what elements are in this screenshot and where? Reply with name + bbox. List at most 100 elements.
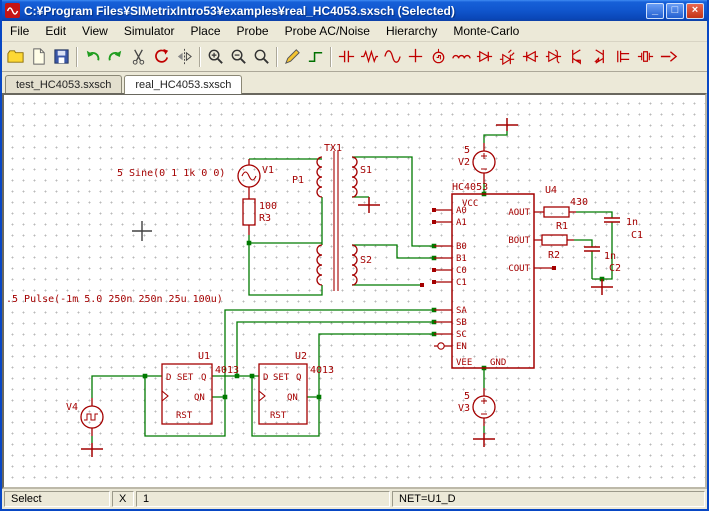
c2-label[interactable]: C2 (609, 263, 621, 274)
wire-mode-button[interactable] (304, 45, 327, 68)
r1-value[interactable]: 430 (570, 197, 588, 208)
save-button[interactable] (50, 45, 73, 68)
component-v4-source[interactable]: V4 (66, 398, 104, 436)
place-ground-button[interactable] (404, 45, 427, 68)
cut-button[interactable] (127, 45, 150, 68)
menu-probe[interactable]: Probe (229, 22, 277, 40)
undo-button[interactable] (81, 45, 104, 68)
restore-button[interactable]: □ (666, 2, 684, 19)
u1-ref-label[interactable]: U1 (198, 351, 210, 362)
menu-place[interactable]: Place (183, 22, 229, 40)
pin-gnd: GND (490, 358, 506, 368)
component-u1-4013[interactable]: U1 4013 D SET Q QN RST (161, 351, 239, 425)
r3-label[interactable]: R3 (259, 213, 271, 224)
place-capacitor-button[interactable] (335, 45, 358, 68)
place-zener-button[interactable] (542, 45, 565, 68)
new-button[interactable] (27, 45, 50, 68)
u1-pin-rst: RST (176, 411, 193, 421)
place-sine-source-button[interactable] (381, 45, 404, 68)
place-npn-button[interactable] (565, 45, 588, 68)
u4-ref-label[interactable]: U4 (545, 185, 557, 196)
c1-label[interactable]: C1 (631, 230, 643, 241)
zoom-out-button[interactable] (227, 45, 250, 68)
place-crystal-button[interactable] (634, 45, 657, 68)
component-tx1-transformer[interactable]: TX1 P1 S1 S2 (292, 143, 372, 291)
wire-icon (308, 51, 323, 63)
r3-value[interactable]: 100 (259, 201, 277, 212)
place-led-button[interactable] (496, 45, 519, 68)
component-c1-capacitor[interactable]: 1n C1 (604, 217, 643, 241)
component-r2-resistor[interactable]: R2 (541, 234, 574, 261)
schematic-canvas[interactable]: V1 5 Sine(0 1 1k 0 0) 100 R3 TX1 P1 S1 S… (2, 93, 707, 489)
place-diode-left-button[interactable] (519, 45, 542, 68)
v4-label[interactable]: V4 (66, 402, 78, 413)
ground-v3[interactable] (473, 433, 495, 447)
component-u4-hc4053[interactable]: HC4053 U4 VCC A0 A1 B0 B1 C0 C1 SA SB SC… (434, 182, 557, 369)
u1-pin-d: D (166, 373, 171, 383)
pin-en: EN (456, 342, 467, 352)
menu-monte-carlo[interactable]: Monte-Carlo (445, 22, 527, 40)
rotate-button[interactable] (150, 45, 173, 68)
ground-icon (408, 48, 423, 63)
place-clock-source-button[interactable] (427, 45, 450, 68)
component-v2-source[interactable]: 5 V2 (458, 143, 496, 183)
c2-value[interactable]: 1n (604, 251, 616, 262)
close-button[interactable]: × (686, 2, 704, 19)
zoom-in-button[interactable] (204, 45, 227, 68)
v2-label[interactable]: V2 (458, 157, 470, 168)
menu-edit[interactable]: Edit (37, 22, 74, 40)
u2-ref-label[interactable]: U2 (295, 351, 307, 362)
v3-label[interactable]: V3 (458, 403, 470, 414)
ground-top-right[interactable] (496, 118, 518, 131)
menu-simulator[interactable]: Simulator (116, 22, 183, 40)
place-pnp-button[interactable] (588, 45, 611, 68)
v1-sine-annotation[interactable]: 5 Sine(0 1 1k 0 0) (117, 168, 225, 179)
v3-value[interactable]: 5 (464, 391, 470, 402)
tab-test-hc4053[interactable]: test_HC4053.sxsch (5, 75, 123, 93)
place-nmos-button[interactable] (611, 45, 634, 68)
component-u2-4013[interactable]: U2 4013 D SET Q QN RST (258, 351, 334, 425)
mirror-button[interactable] (173, 45, 196, 68)
zoom-fit-button[interactable] (250, 45, 273, 68)
probe-pen-button[interactable] (281, 45, 304, 68)
place-diode-button[interactable] (473, 45, 496, 68)
u1-part-label[interactable]: 4013 (215, 365, 239, 376)
v4-pulse-annotation[interactable]: .5 Pulse(-1m 5.0 250n 250n 25u 100u) (6, 294, 223, 305)
menu-view[interactable]: View (74, 22, 116, 40)
redo-button[interactable] (104, 45, 127, 68)
component-v1-source[interactable]: V1 (237, 159, 274, 199)
ground-rc[interactable] (591, 279, 613, 295)
mirror-icon (177, 48, 192, 65)
place-current-probe-button[interactable] (657, 45, 680, 68)
s2-label[interactable]: S2 (360, 255, 372, 266)
r1-label[interactable]: R1 (556, 221, 568, 232)
capacitor-icon (338, 50, 355, 63)
ground-v4[interactable] (81, 443, 103, 457)
open-button[interactable] (4, 45, 27, 68)
p1-label[interactable]: P1 (292, 175, 304, 186)
place-inductor-button[interactable] (450, 45, 473, 68)
status-x-label: X (112, 491, 134, 507)
v1-label[interactable]: V1 (262, 165, 274, 176)
component-v3-source[interactable]: 5 V3 (458, 388, 496, 426)
s1-label[interactable]: S1 (360, 165, 372, 176)
minimize-button[interactable]: _ (646, 2, 664, 19)
nmos-transistor-icon (617, 50, 630, 63)
menu-file[interactable]: File (2, 22, 37, 40)
tab-real-hc4053[interactable]: real_HC4053.sxsch (124, 75, 243, 94)
c1-value[interactable]: 1n (626, 217, 638, 228)
place-resistor-button[interactable] (358, 45, 381, 68)
tx1-label[interactable]: TX1 (324, 143, 342, 154)
ground-transformer[interactable] (358, 197, 380, 213)
component-c2-capacitor[interactable]: 1n C2 (584, 246, 621, 274)
component-r1-resistor[interactable]: 430 R1 (543, 197, 588, 232)
menu-hierarchy[interactable]: Hierarchy (378, 22, 445, 40)
pin-bout: BOUT (508, 236, 530, 246)
menu-probe-ac-noise[interactable]: Probe AC/Noise (277, 22, 378, 40)
v2-value[interactable]: 5 (464, 145, 470, 156)
u2-part-label[interactable]: 4013 (310, 365, 334, 376)
r2-label[interactable]: R2 (548, 250, 560, 261)
component-r3-resistor[interactable]: 100 R3 (242, 198, 277, 235)
inductor-icon (452, 54, 471, 59)
u4-part-label[interactable]: HC4053 (452, 182, 488, 193)
